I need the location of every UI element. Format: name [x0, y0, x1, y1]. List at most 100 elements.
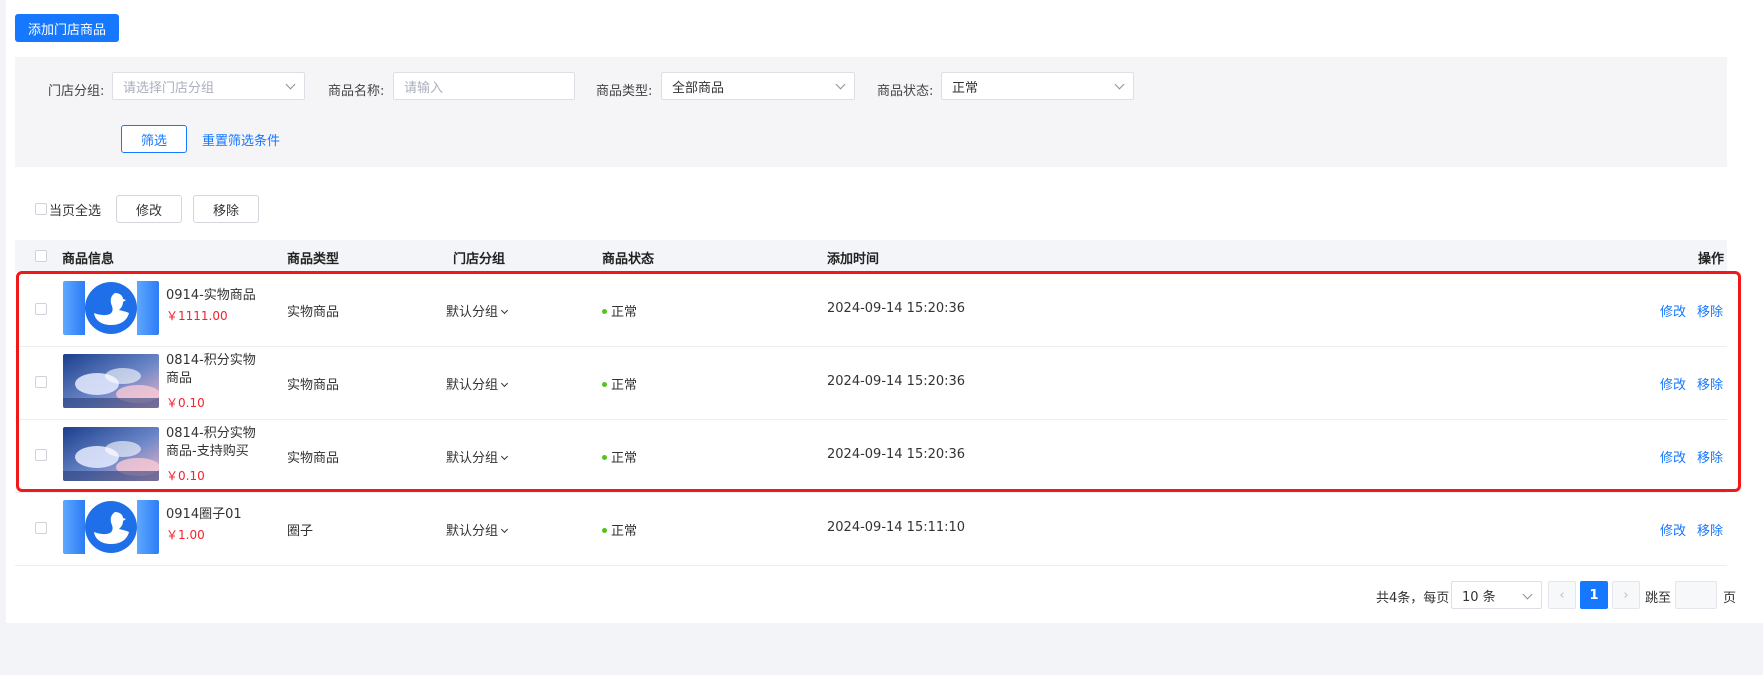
product-price: ￥1111.00: [166, 309, 228, 323]
product-price: ￥1.00: [166, 528, 205, 542]
select-all-label: 当页全选: [49, 204, 102, 219]
status-text: 正常: [611, 378, 638, 393]
status-dot-icon: [602, 309, 607, 314]
row-remove-link[interactable]: 移除: [1697, 447, 1723, 466]
chevron-down-icon: [500, 525, 509, 534]
filter-panel: 门店分组: 请选择门店分组 商品名称: 请输入 商品类型: 全部商品 商品状态:…: [15, 57, 1727, 167]
prev-page-button[interactable]: ‹: [1548, 581, 1576, 609]
group-select[interactable]: 请选择门店分组: [112, 72, 305, 100]
product-type: 圈子: [287, 524, 314, 539]
status-badge: 正常: [602, 374, 637, 393]
product-name: 0914圈子01: [166, 507, 242, 522]
chevron-down-icon: [1522, 589, 1533, 600]
row-remove-link[interactable]: 移除: [1697, 301, 1723, 320]
row-remove-link[interactable]: 移除: [1697, 520, 1723, 539]
store-group-dropdown[interactable]: 默认分组: [446, 374, 509, 393]
row-edit-link[interactable]: 修改: [1660, 447, 1686, 466]
chevron-left-icon: ‹: [1559, 587, 1565, 603]
product-thumbnail: [63, 500, 159, 554]
chevron-down-icon: [285, 79, 296, 90]
chevron-down-icon: [1114, 79, 1125, 90]
chevron-down-icon: [500, 379, 509, 388]
duck-logo-icon: [63, 500, 159, 554]
type-filter-label: 商品类型:: [596, 84, 653, 99]
select-all-checkbox[interactable]: [35, 203, 47, 215]
store-group-value: 默认分组: [446, 451, 499, 466]
row-edit-link[interactable]: 修改: [1660, 374, 1686, 393]
page-number-current[interactable]: 1: [1580, 581, 1608, 609]
filter-button[interactable]: 筛选: [121, 125, 187, 153]
header-product-info: 商品信息: [62, 252, 115, 267]
status-select-value: 正常: [952, 80, 979, 96]
page-suffix: 页: [1723, 591, 1737, 606]
product-name: 0814-积分实物商品-支持购买: [166, 426, 256, 459]
duck-logo-icon: [63, 281, 159, 335]
header-added-time: 添加时间: [827, 252, 880, 267]
group-filter-label: 门店分组:: [48, 84, 105, 99]
status-text: 正常: [611, 524, 638, 539]
pagination-total: 共4条，每页: [1376, 591, 1450, 606]
name-input[interactable]: 请输入: [393, 72, 575, 100]
table-row: 0814-积分实物商品-支持购买 ￥0.10 实物商品 默认分组 正常 2024…: [15, 419, 1727, 493]
store-group-dropdown[interactable]: 默认分组: [446, 301, 509, 320]
table-row: 0914圈子01 ￥1.00 圈子 默认分组 正常 2024-09-14 15:…: [15, 492, 1727, 566]
product-price: ￥0.10: [166, 396, 205, 410]
header-checkbox[interactable]: [35, 250, 47, 262]
store-group-dropdown[interactable]: 默认分组: [446, 520, 509, 539]
row-checkbox[interactable]: [35, 303, 47, 315]
product-type: 实物商品: [287, 378, 340, 393]
sky-image: [63, 354, 159, 408]
status-dot-icon: [602, 382, 607, 387]
status-badge: 正常: [602, 447, 637, 466]
status-badge: 正常: [602, 520, 637, 539]
added-time: 2024-09-14 15:11:10: [827, 520, 966, 535]
name-filter-label: 商品名称:: [328, 84, 385, 99]
chevron-down-icon: [500, 306, 509, 315]
status-select[interactable]: 正常: [941, 72, 1134, 100]
header-operations: 操作: [1698, 252, 1725, 267]
table-row: 0914-实物商品 ￥1111.00 实物商品 默认分组 正常 2024-09-…: [15, 273, 1727, 347]
row-edit-link[interactable]: 修改: [1660, 520, 1686, 539]
chevron-down-icon: [835, 79, 846, 90]
status-badge: 正常: [602, 301, 637, 320]
goto-page-input[interactable]: [1675, 581, 1717, 609]
status-text: 正常: [611, 451, 638, 466]
status-dot-icon: [602, 455, 607, 460]
group-select-placeholder: 请选择门店分组: [123, 80, 215, 96]
product-thumbnail: [63, 427, 159, 481]
store-group-dropdown[interactable]: 默认分组: [446, 447, 509, 466]
store-group-value: 默认分组: [446, 305, 499, 320]
status-dot-icon: [602, 528, 607, 533]
product-price: ￥0.10: [166, 469, 205, 483]
row-checkbox[interactable]: [35, 522, 47, 534]
product-name: 0814-积分实物商品: [166, 353, 256, 386]
product-name: 0914-实物商品: [166, 288, 256, 303]
page-size-value: 10 条: [1462, 589, 1496, 605]
row-edit-link[interactable]: 修改: [1660, 301, 1686, 320]
chevron-right-icon: ›: [1623, 587, 1629, 603]
add-store-product-button[interactable]: 添加门店商品: [15, 14, 119, 42]
type-select-value: 全部商品: [672, 80, 725, 96]
chevron-down-icon: [500, 452, 509, 461]
product-thumbnail: [63, 354, 159, 408]
added-time: 2024-09-14 15:20:36: [827, 374, 966, 389]
store-group-value: 默认分组: [446, 524, 499, 539]
added-time: 2024-09-14 15:20:36: [827, 301, 966, 316]
page-size-select[interactable]: 10 条: [1451, 581, 1542, 609]
store-group-value: 默认分组: [446, 378, 499, 393]
row-checkbox[interactable]: [35, 449, 47, 461]
table-header: 商品信息 商品类型 门店分组 商品状态 添加时间 操作: [15, 240, 1727, 272]
name-input-placeholder: 请输入: [404, 80, 444, 96]
status-text: 正常: [611, 305, 638, 320]
product-type: 实物商品: [287, 451, 340, 466]
next-page-button[interactable]: ›: [1612, 581, 1640, 609]
header-product-status: 商品状态: [602, 252, 655, 267]
header-product-type: 商品类型: [287, 252, 340, 267]
bulk-remove-button[interactable]: 移除: [193, 195, 259, 223]
type-select[interactable]: 全部商品: [661, 72, 855, 100]
goto-label: 跳至: [1645, 591, 1672, 606]
bulk-edit-button[interactable]: 修改: [116, 195, 182, 223]
row-remove-link[interactable]: 移除: [1697, 374, 1723, 393]
reset-filters-link[interactable]: 重置筛选条件: [202, 130, 280, 149]
row-checkbox[interactable]: [35, 376, 47, 388]
